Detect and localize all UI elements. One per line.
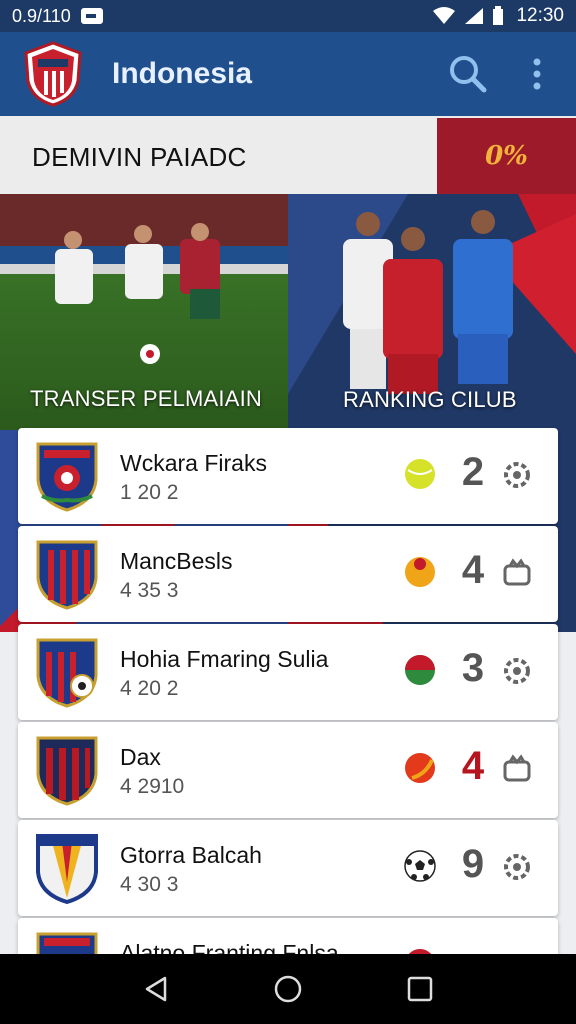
home-icon — [274, 975, 302, 1003]
club-crest-icon — [36, 736, 98, 806]
home-button[interactable] — [268, 969, 308, 1009]
club-stats: 4 20 2 — [120, 677, 179, 700]
status-text: 0.9/110 — [12, 5, 71, 26]
club-card[interactable]: Gtorra Balcah 4 30 3 9 — [18, 820, 558, 916]
club-card[interactable]: MancBesls 4 35 3 4 — [18, 526, 558, 622]
club-card[interactable]: Alatno Franting Fnlsa — [18, 918, 558, 958]
club-crest-icon — [36, 540, 98, 610]
club-card[interactable]: Dax 4 2910 4 — [18, 722, 558, 818]
search-icon[interactable] — [448, 54, 488, 94]
system-nav-bar — [0, 954, 576, 1024]
transfer-label: TRANSER PELMAIAIN — [30, 386, 263, 411]
back-button[interactable] — [136, 969, 176, 1009]
club-stats: 1 20 2 — [120, 481, 179, 504]
back-icon — [145, 976, 167, 1002]
club-list: Wckara Firaks 1 20 2 2 MancBesls 4 35 3 … — [18, 428, 558, 960]
club-name: MancBesls — [120, 548, 233, 574]
clock: 12:30 — [516, 5, 564, 26]
club-name: Wckara Firaks — [120, 450, 267, 476]
app-bar: Indonesia — [0, 32, 576, 116]
badge-icon[interactable] — [502, 754, 532, 784]
status-bar: 0.9/110 12:30 — [0, 0, 576, 32]
soccer-ball-icon — [404, 850, 436, 882]
club-card[interactable]: Wckara Firaks 1 20 2 2 — [18, 428, 558, 524]
more-vert-icon[interactable] — [532, 58, 542, 90]
ball-icon — [405, 557, 435, 587]
club-crest-icon — [36, 442, 98, 512]
ball-icon — [405, 459, 435, 489]
gear-icon[interactable] — [502, 852, 532, 882]
club-rank: 9 — [461, 842, 485, 886]
club-name: Gtorra Balcah — [120, 842, 262, 868]
gear-icon[interactable] — [502, 460, 532, 490]
battery-icon — [493, 6, 504, 25]
club-rank: 4 — [461, 548, 485, 592]
recents-icon — [407, 976, 433, 1002]
badge-icon[interactable] — [502, 558, 532, 588]
club-stats: 4 35 3 — [120, 579, 179, 602]
club-rank: 4 — [461, 744, 485, 788]
signal-icon — [465, 8, 484, 24]
promo-banner[interactable]: DEMIVIN PAIADC 0% — [0, 116, 576, 194]
gear-icon[interactable] — [502, 656, 532, 686]
club-rank: 3 — [461, 646, 485, 690]
club-name: Hohia Fmaring Sulia — [120, 646, 329, 672]
club-crest-icon — [36, 638, 98, 708]
club-card[interactable]: Hohia Fmaring Sulia 4 20 2 3 — [18, 624, 558, 720]
club-rank: 2 — [461, 450, 485, 494]
transfer-tile[interactable]: TRANSER PELMAIAIN — [0, 194, 288, 430]
recents-button[interactable] — [400, 969, 440, 1009]
club-crest-icon — [36, 834, 98, 904]
club-name: Dax — [120, 744, 161, 770]
club-crest-icon[interactable] — [22, 41, 84, 107]
app-title: Indonesia — [112, 57, 253, 90]
wifi-icon — [433, 7, 456, 24]
ball-icon — [405, 655, 435, 685]
club-stats: 4 2910 — [120, 775, 185, 798]
club-stats: 4 30 3 — [120, 873, 179, 896]
promo-badge: 0% — [437, 118, 576, 194]
ranking-label: RANKING CILUB — [343, 387, 517, 412]
ball-icon — [405, 753, 435, 783]
notification-icon — [80, 8, 103, 24]
promo-title: DEMIVIN PAIADC — [32, 142, 247, 172]
